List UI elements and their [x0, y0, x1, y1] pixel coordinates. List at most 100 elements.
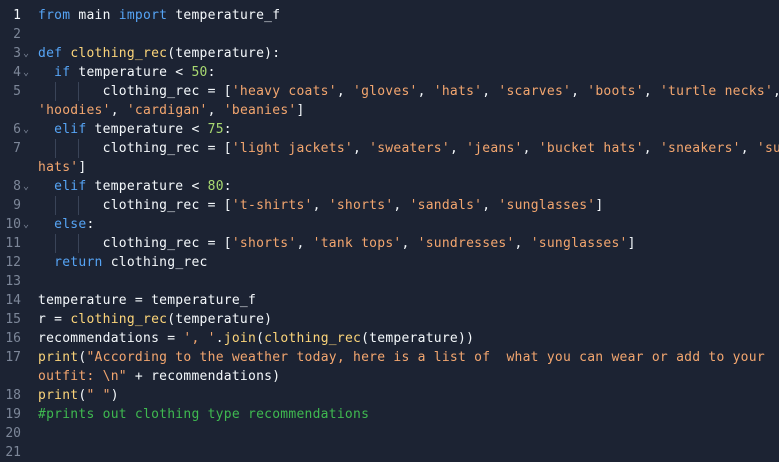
code-text[interactable]: r = clothing_rec(temperature) — [38, 310, 272, 329]
code-token: ] — [296, 103, 305, 118]
code-text[interactable]: elif temperature < 75: — [38, 120, 232, 139]
code-text[interactable]: 'hoodies', 'cardigan', 'beanies'] — [38, 101, 305, 120]
code-editor[interactable]: 1 from main import temperature_f 2 3 ⌄ def cl… — [0, 0, 779, 460]
code-token: 'sundresses' — [417, 236, 515, 251]
code-line[interactable]: 9 clothing_rec = ['t-shirts', 'shorts', … — [0, 196, 779, 215]
code-token: " " — [86, 388, 111, 403]
code-line[interactable]: 13 — [0, 272, 779, 291]
code-line[interactable]: 18 print(" ") — [0, 386, 779, 405]
code-token: ) — [110, 388, 119, 403]
code-token: clothing_rec = [ — [38, 141, 232, 156]
code-line[interactable]: 12 return clothing_rec — [0, 253, 779, 272]
code-text[interactable]: return clothing_rec — [38, 253, 208, 272]
code-text[interactable]: if temperature < 50: — [38, 63, 216, 82]
code-text[interactable]: print("According to the weather today, h… — [38, 348, 765, 367]
code-token: , — [522, 141, 539, 156]
chevron-down-icon[interactable]: ⌄ — [23, 63, 29, 82]
code-token: 'sweaters' — [369, 141, 450, 156]
code-token: clothing_rec = [ — [38, 198, 232, 213]
code-line[interactable]: 17 print("According to the weather today,… — [0, 348, 779, 367]
code-line[interactable]: 20 — [0, 424, 779, 443]
code-line[interactable]: 14 temperature = temperature_f — [0, 291, 779, 310]
line-number: 12 — [5, 255, 21, 270]
code-token: ', ' — [183, 331, 216, 346]
code-text[interactable]: clothing_rec = ['heavy coats', 'gloves',… — [38, 82, 779, 101]
code-text[interactable]: #prints out clothing type recommendation… — [38, 405, 369, 424]
code-line[interactable]: 7 clothing_rec = ['light jackets', 'swea… — [0, 139, 779, 158]
chevron-down-icon[interactable]: ⌄ — [23, 44, 29, 63]
code-line[interactable]: 3 ⌄ def clothing_rec(temperature): — [0, 44, 779, 63]
code-text[interactable]: hats'] — [38, 158, 86, 177]
code-line[interactable]: 8 ⌄ elif temperature < 80: — [0, 177, 779, 196]
chevron-down-icon[interactable]: ⌄ — [23, 177, 29, 196]
indent-guide — [77, 139, 79, 158]
code-line[interactable]: 16 recommendations = ', '.join(clothing_r… — [0, 329, 779, 348]
code-line[interactable]: 4 ⌄ if temperature < 50: — [0, 63, 779, 82]
code-line[interactable]: 21 — [0, 443, 779, 462]
code-token: 'hoodies' — [38, 103, 111, 118]
code-text[interactable]: from main import temperature_f — [38, 6, 280, 25]
code-line[interactable]: outfit: \n" + recommendations) — [0, 367, 779, 386]
code-token: : — [207, 65, 216, 80]
code-token: ] — [627, 236, 636, 251]
code-line[interactable]: 19 #prints out clothing type recommendati… — [0, 405, 779, 424]
code-token: : — [86, 217, 95, 232]
code-token: 80 — [207, 179, 224, 194]
code-token: 75 — [207, 122, 224, 137]
indent-guide — [54, 139, 56, 158]
code-token: recommendations = — [38, 331, 184, 346]
code-token: , — [207, 103, 224, 118]
code-token: 'light jackets' — [231, 141, 353, 156]
code-text[interactable]: elif temperature < 80: — [38, 177, 232, 196]
code-text[interactable]: clothing_rec = ['t-shirts', 'shorts', 's… — [38, 196, 604, 215]
line-number: 4 — [13, 65, 21, 80]
code-line[interactable]: 6 ⌄ elif temperature < 75: — [0, 120, 779, 139]
indent-guide — [54, 234, 56, 253]
code-token: 'boots' — [587, 84, 644, 99]
code-token: ] — [595, 198, 604, 213]
code-text[interactable]: recommendations = ', '.join(clothing_rec… — [38, 329, 474, 348]
line-number: 3 — [13, 46, 21, 61]
indent-guide — [54, 196, 56, 215]
code-token: return — [54, 255, 103, 270]
code-token: clothing_rec — [70, 46, 168, 61]
chevron-down-icon[interactable]: ⌄ — [23, 120, 29, 139]
code-line[interactable]: 'hoodies', 'cardigan', 'beanies'] — [0, 101, 779, 120]
code-token: : — [223, 122, 232, 137]
code-token: , — [296, 236, 313, 251]
code-line[interactable]: hats'] — [0, 158, 779, 177]
code-text[interactable]: outfit: \n" + recommendations) — [38, 367, 280, 386]
code-token: ( — [256, 331, 265, 346]
code-line[interactable]: 1 from main import temperature_f — [0, 6, 779, 25]
code-token: , — [449, 141, 467, 156]
code-token: (temperature): — [167, 46, 281, 61]
code-token: : — [223, 179, 232, 194]
line-number: 11 — [5, 236, 21, 251]
code-text[interactable]: else: — [38, 215, 95, 234]
code-text[interactable]: temperature = temperature_f — [38, 291, 256, 310]
code-token: , — [482, 198, 499, 213]
code-token: (temperature) — [167, 312, 273, 327]
code-line[interactable]: 11 clothing_rec = ['shorts', 'tank tops'… — [0, 234, 779, 253]
chevron-down-icon[interactable]: ⌄ — [23, 215, 29, 234]
code-line[interactable]: 10 ⌄ else: — [0, 215, 779, 234]
indent-guide — [77, 234, 79, 253]
code-text[interactable]: clothing_rec = ['shorts', 'tank tops', '… — [38, 234, 636, 253]
code-token: def — [38, 46, 63, 61]
code-line[interactable]: 15 r = clothing_rec(temperature) — [0, 310, 779, 329]
code-line[interactable]: 2 — [0, 25, 779, 44]
code-text[interactable]: print(" ") — [38, 386, 119, 405]
code-token: . — [215, 331, 224, 346]
code-text[interactable]: clothing_rec = ['light jackets', 'sweate… — [38, 139, 779, 158]
code-text[interactable]: def clothing_rec(temperature): — [38, 44, 280, 63]
code-token: , — [740, 141, 757, 156]
code-token: 'sunglasses' — [530, 236, 628, 251]
line-number: 19 — [5, 407, 21, 422]
line-number: 2 — [13, 27, 21, 42]
code-token: else — [54, 217, 87, 232]
code-line[interactable]: 5 clothing_rec = ['heavy coats', 'gloves… — [0, 82, 779, 101]
line-number: 13 — [5, 274, 21, 289]
code-token: hats' — [38, 160, 79, 175]
